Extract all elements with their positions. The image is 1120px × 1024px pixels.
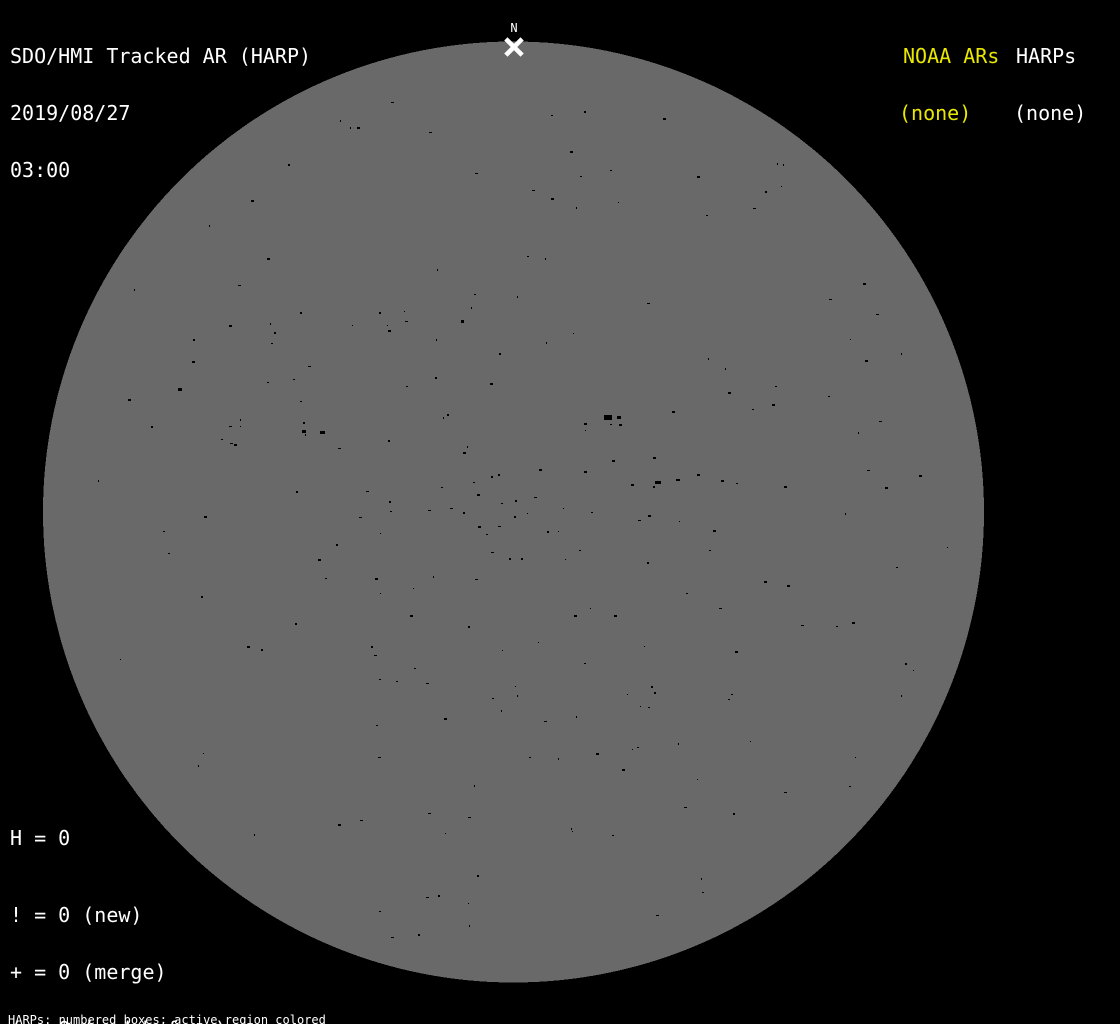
noaa-ars-panel: NOAA ARs (none) (899, 9, 999, 161)
harp-tracking-viewer: SDO/HMI Tracked AR (HARP) 2019/08/27 03:… (0, 0, 1120, 1024)
harps-label: HARPs (1014, 47, 1086, 66)
noaa-ars-label: NOAA ARs (899, 47, 999, 66)
noaa-ars-count: (none) (899, 104, 999, 123)
legend-line-new: ! = 0 (new) (10, 906, 239, 925)
viewer-title: SDO/HMI Tracked AR (HARP) (10, 47, 311, 66)
footnotes: HARPs: numbered boxes; active region col… (8, 989, 427, 1024)
harps-panel: HARPs (none) (1014, 9, 1086, 161)
footnote-harps: HARPs: numbered boxes; active region col… (8, 1014, 427, 1024)
observation-time: 03:00 (10, 161, 311, 180)
observation-date: 2019/08/27 (10, 104, 311, 123)
harp-total-line: H = 0 (10, 829, 70, 848)
header-info: SDO/HMI Tracked AR (HARP) 2019/08/27 03:… (10, 9, 311, 218)
harps-count: (none) (1014, 104, 1086, 123)
north-direction-label: N (510, 22, 517, 34)
legend-line-merge: + = 0 (merge) (10, 963, 239, 982)
